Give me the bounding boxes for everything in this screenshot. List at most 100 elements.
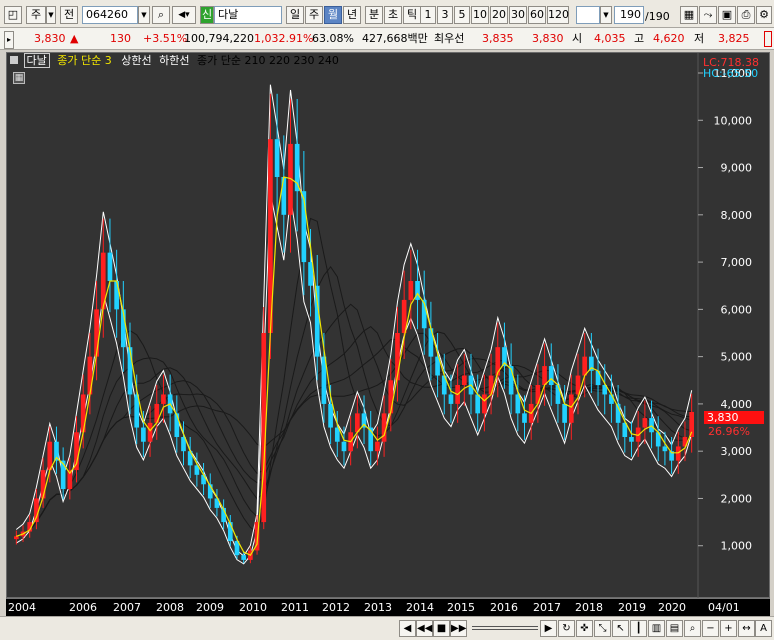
volume-pct: 1,032.91% — [254, 32, 314, 45]
legend-ma-long[interactable]: 종가 단순 210 220 230 240 — [197, 54, 339, 67]
envelope-lower-line — [16, 193, 693, 565]
candle-body — [662, 446, 668, 452]
legend-ma3[interactable]: 종가 단순 3 — [57, 54, 111, 67]
chart-type-icon[interactable]: ▥ — [648, 620, 665, 637]
x-tick-label: 2008 — [156, 601, 184, 614]
period-tab-1[interactable]: 주 — [305, 6, 323, 24]
chart-window-icon[interactable]: ◰ — [4, 6, 22, 24]
code-dropdown-icon[interactable]: ▼ — [138, 6, 150, 24]
candle-body — [488, 375, 494, 395]
period-tab-6[interactable]: 틱 — [403, 6, 421, 24]
jeon-button[interactable]: 전 — [60, 6, 78, 24]
candle-body — [147, 422, 153, 442]
candle-body — [375, 441, 380, 452]
mode-dropdown-icon[interactable]: ▼ — [46, 6, 56, 24]
zoom-out-icon[interactable]: − — [702, 620, 719, 637]
candle-body — [201, 474, 206, 485]
stock-code-field[interactable]: 064260 — [82, 6, 138, 24]
up-arrow-icon: ▲ — [70, 32, 79, 45]
candle-body — [241, 555, 247, 560]
magnify-icon[interactable]: ⌕ — [684, 620, 701, 637]
search-icon[interactable]: ⌕ — [152, 6, 170, 24]
grid-icon[interactable]: ▦ — [680, 6, 698, 24]
candle-body — [649, 418, 654, 433]
candle-body — [495, 347, 501, 376]
x-tick-label: 2009 — [196, 601, 224, 614]
candle-body — [475, 394, 481, 414]
print-icon[interactable]: ⎙ — [737, 6, 755, 24]
candle-body — [482, 394, 487, 414]
interval-button-60[interactable]: 60 — [528, 6, 546, 24]
low-label: 저 — [694, 32, 705, 45]
blank-select[interactable] — [576, 6, 600, 24]
interval-button-3[interactable]: 3 — [437, 6, 453, 24]
stop-button[interactable]: ■ — [433, 620, 450, 637]
candle-body — [141, 427, 146, 442]
candle-body — [568, 394, 574, 423]
legend-lower[interactable]: 하한선 — [159, 54, 189, 67]
chart-tools-icon[interactable]: ⤳ — [699, 6, 717, 24]
scroll-right-button[interactable]: ▶ — [540, 620, 557, 637]
table-view-icon[interactable]: ▤ — [666, 620, 683, 637]
vertical-line-icon[interactable]: ┃ — [630, 620, 647, 637]
pointer-icon[interactable]: ↖ — [612, 620, 629, 637]
interval-button-1[interactable]: 1 — [420, 6, 436, 24]
save-icon[interactable]: ▣ — [718, 6, 736, 24]
cursor-icon[interactable]: ⤡ — [594, 620, 611, 637]
y-tick-label: 10,000 — [714, 114, 753, 127]
open-label: 시 — [572, 32, 583, 45]
count-field[interactable]: 190 — [614, 6, 644, 24]
candle-body — [40, 470, 46, 499]
scroll-track[interactable] — [472, 626, 538, 630]
font-size-icon[interactable]: A — [755, 620, 772, 637]
candle-body — [548, 366, 554, 385]
amount-value: 427,668백만 — [362, 32, 428, 45]
blank-dropdown-icon[interactable]: ▼ — [600, 6, 612, 24]
chart-area[interactable]: 1,000 2,000 3,000 4,000 5,000 6,000 7,000 8,000… — [6, 52, 770, 599]
period-tab-0[interactable]: 일 — [286, 6, 304, 24]
candle-body — [555, 385, 561, 404]
last-pct-tag: 26.96% — [708, 425, 750, 438]
expand-icon[interactable]: ▸ — [4, 31, 14, 49]
period-tab-4[interactable]: 분 — [365, 6, 383, 24]
interval-button-5[interactable]: 5 — [454, 6, 470, 24]
candle-body — [461, 375, 467, 385]
scroll-first-button[interactable]: ◀◀ — [416, 620, 433, 637]
volume-value: 100,794,220 — [184, 32, 254, 45]
long-ma-line — [16, 217, 692, 537]
legend-stock-name[interactable]: 다날 — [23, 53, 50, 68]
gear-icon[interactable]: ⚙ — [756, 6, 772, 24]
refresh-icon[interactable]: ↻ — [558, 620, 575, 637]
interval-button-10[interactable]: 10 — [471, 6, 489, 24]
mode-button[interactable]: 주 — [26, 6, 46, 24]
high-value: 4,620 — [653, 32, 685, 45]
reset-zoom-icon[interactable]: ↔ — [738, 620, 755, 637]
chart-scrollbar: ◀ ◀◀ ■ ▶▶ ▶ ↻ ✜ ⤡ ↖ ┃ ▥ ▤ ⌕ − + ↔ A — [0, 616, 774, 640]
interval-button-20[interactable]: 20 — [490, 6, 508, 24]
pct2-value: 63.08% — [312, 32, 354, 45]
zoom-in-icon[interactable]: + — [720, 620, 737, 637]
period-tab-2[interactable]: 월 — [324, 6, 342, 24]
period-tab-5[interactable]: 초 — [384, 6, 402, 24]
candle-body — [114, 281, 119, 310]
y-tick-label: 4,000 — [721, 398, 753, 411]
table-icon[interactable]: ▦ — [13, 72, 25, 84]
scroll-left-button[interactable]: ◀ — [399, 620, 416, 637]
x-tick-label: 2019 — [618, 601, 646, 614]
x-tick-label: 2013 — [364, 601, 392, 614]
legend-square-icon — [10, 56, 18, 64]
interval-button-120[interactable]: 120 — [547, 6, 569, 24]
x-tick-label: 2007 — [113, 601, 141, 614]
scroll-last-button[interactable]: ▶▶ — [450, 620, 467, 637]
candle-body — [388, 380, 394, 414]
interval-button-30[interactable]: 30 — [509, 6, 527, 24]
legend-upper[interactable]: 상한선 — [121, 54, 151, 67]
period-tab-3[interactable]: 년 — [343, 6, 361, 24]
best-bid: 3,830 — [532, 32, 564, 45]
candle-body — [328, 403, 333, 428]
speaker-icon[interactable]: ◀▾ — [172, 6, 196, 24]
crosshair-icon[interactable]: ✜ — [576, 620, 593, 637]
candle-body — [174, 413, 180, 437]
stock-name-field[interactable]: 다날 — [214, 6, 282, 24]
y-tick-label: 7,000 — [721, 256, 753, 269]
